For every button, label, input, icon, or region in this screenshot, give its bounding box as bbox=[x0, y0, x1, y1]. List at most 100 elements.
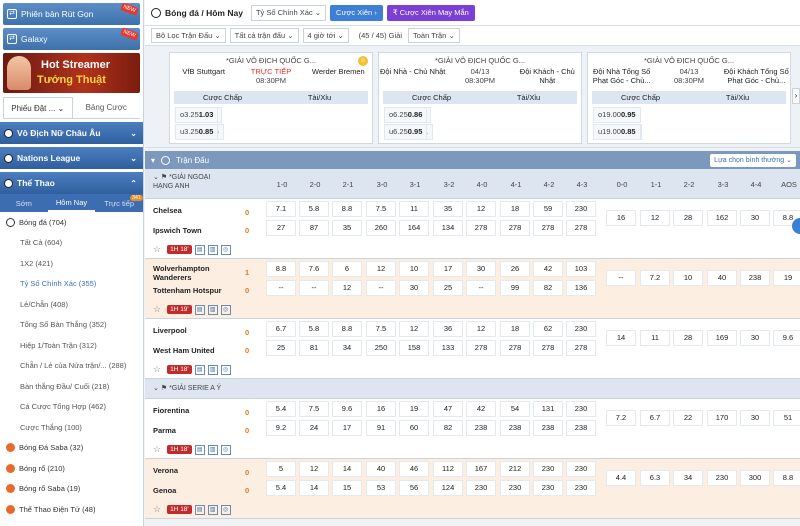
score-odds-cell[interactable]: 87 bbox=[299, 220, 329, 236]
score-odds-cell[interactable]: 25 bbox=[433, 280, 463, 296]
score-odds-cell[interactable]: 5.4 bbox=[266, 401, 296, 417]
score-odds-cell[interactable]: 9.6 bbox=[332, 401, 362, 417]
draw-odds-cell[interactable]: -- bbox=[606, 270, 636, 286]
score-odds-cell[interactable]: 7.5 bbox=[366, 321, 396, 337]
draw-odds-cell[interactable]: 34 bbox=[673, 470, 703, 486]
score-odds-cell[interactable]: 136 bbox=[566, 280, 596, 296]
score-odds-cell[interactable]: 278 bbox=[566, 340, 596, 356]
score-odds-cell[interactable]: 8.8 bbox=[266, 261, 296, 277]
score-odds-cell[interactable]: 19 bbox=[399, 401, 429, 417]
score-odds-cell[interactable]: 26 bbox=[500, 261, 530, 277]
draw-odds-cell[interactable]: 28 bbox=[673, 210, 703, 226]
score-odds-cell[interactable]: 112 bbox=[433, 461, 463, 477]
chart-icon[interactable]: ▥ bbox=[207, 304, 218, 315]
score-odds-cell[interactable]: 81 bbox=[299, 340, 329, 356]
score-odds-cell[interactable]: 46 bbox=[399, 461, 429, 477]
score-odds-cell[interactable]: 14 bbox=[299, 480, 329, 496]
score-odds-cell[interactable]: -- bbox=[466, 280, 496, 296]
draw-odds-cell[interactable]: 170 bbox=[707, 410, 737, 426]
quick-version-button[interactable]: ⇄ Phiên bản Rút Gọn NEW bbox=[3, 2, 140, 25]
draw-odds-cell[interactable]: 8.8 bbox=[773, 470, 800, 486]
score-odds-cell[interactable]: 8.8 bbox=[332, 321, 362, 337]
score-odds-cell[interactable]: 5.4 bbox=[266, 480, 296, 496]
lucky-parlay-button[interactable]: ₹ Cược Xiên May Mắn bbox=[386, 4, 475, 21]
draw-odds-cell[interactable]: 169 bbox=[707, 330, 737, 346]
draw-odds-cell[interactable]: 238 bbox=[740, 270, 770, 286]
sidebar-item-first-last-goal[interactable]: Bàn thắng Đầu/ Cuối (218) bbox=[0, 376, 143, 397]
score-odds-cell[interactable]: 230 bbox=[533, 461, 563, 477]
chart-icon[interactable]: ▥ bbox=[207, 364, 218, 375]
tab-odds-table[interactable]: Bảng Cược bbox=[73, 97, 141, 118]
period-select[interactable]: Toàn Trận ⌄ bbox=[408, 28, 460, 43]
score-odds-cell[interactable]: 278 bbox=[533, 220, 563, 236]
all-matches-select[interactable]: Tất cả trận đấu ⌄ bbox=[229, 28, 299, 43]
score-odds-cell[interactable]: 42 bbox=[533, 261, 563, 277]
sidebar-item-all[interactable]: Tất Cả (604) bbox=[0, 233, 143, 254]
score-odds-cell[interactable]: 62 bbox=[533, 321, 563, 337]
category-women-euro[interactable]: Vô Địch Nữ Châu Âu ⌄ bbox=[0, 122, 143, 144]
draw-odds-cell[interactable]: 40 bbox=[707, 270, 737, 286]
score-odds-cell[interactable]: 11 bbox=[399, 201, 429, 217]
score-odds-cell[interactable]: 91 bbox=[366, 420, 396, 436]
featured-match-card[interactable]: *GIẢI VÔ ĐỊCH QUỐC G... Đội Nhà Tổng Số P… bbox=[587, 52, 791, 144]
live-icon[interactable]: ◎ bbox=[220, 504, 231, 515]
draw-odds-cell[interactable]: 51 bbox=[773, 410, 800, 426]
draw-odds-cell[interactable]: 11 bbox=[640, 330, 670, 346]
score-odds-cell[interactable]: 278 bbox=[533, 340, 563, 356]
score-odds-cell[interactable]: 230 bbox=[466, 480, 496, 496]
stats-icon[interactable]: ▤ bbox=[194, 304, 205, 315]
score-odds-cell[interactable]: 278 bbox=[500, 340, 530, 356]
score-odds-cell[interactable]: 278 bbox=[466, 220, 496, 236]
league-header[interactable]: ⌄ ⚑ *GIẢI NGOẠI HẠNG ANH 1-0 2-0 2-1 3-0 3-1 3… bbox=[145, 169, 800, 199]
score-odds-cell[interactable]: 30 bbox=[466, 261, 496, 277]
match-filter-select[interactable]: Bộ Lọc Trận Đấu ⌄ bbox=[151, 28, 226, 43]
score-odds-cell[interactable]: 27 bbox=[266, 220, 296, 236]
score-odds-cell[interactable]: 59 bbox=[533, 201, 563, 217]
score-odds-cell[interactable]: 82 bbox=[433, 420, 463, 436]
score-odds-cell[interactable]: 230 bbox=[566, 201, 596, 217]
score-odds-cell[interactable]: 5.8 bbox=[299, 321, 329, 337]
draw-odds-cell[interactable]: 19 bbox=[773, 270, 800, 286]
score-odds-cell[interactable]: 34 bbox=[332, 340, 362, 356]
sidebar-item-saba-football[interactable]: Bóng Đá Saba (32) bbox=[0, 438, 143, 459]
score-odds-cell[interactable]: 53 bbox=[366, 480, 396, 496]
score-odds-cell[interactable]: -- bbox=[266, 280, 296, 296]
score-odds-cell[interactable]: 238 bbox=[466, 420, 496, 436]
stats-icon[interactable]: ▤ bbox=[194, 504, 205, 515]
hot-streamer-banner[interactable]: Hot Streamer Tướng Thuật bbox=[3, 53, 140, 93]
stats-icon[interactable]: ▤ bbox=[194, 244, 205, 255]
chevron-down-icon[interactable]: ⌄ bbox=[153, 174, 159, 181]
score-odds-cell[interactable]: 8.8 bbox=[332, 201, 362, 217]
score-odds-cell[interactable]: 12 bbox=[366, 261, 396, 277]
score-odds-cell[interactable]: 56 bbox=[399, 480, 429, 496]
score-odds-cell[interactable]: 25 bbox=[266, 340, 296, 356]
time-range-select[interactable]: 4 giờ tới ⌄ bbox=[302, 28, 349, 43]
sidebar-item-1x2[interactable]: 1X2 (421) bbox=[0, 253, 143, 274]
draw-odds-cell[interactable]: 7.2 bbox=[640, 270, 670, 286]
sidebar-item-odd-even[interactable]: Lẻ/Chẵn (408) bbox=[0, 294, 143, 315]
score-odds-cell[interactable]: 17 bbox=[332, 420, 362, 436]
score-odds-cell[interactable]: 5.8 bbox=[299, 201, 329, 217]
sidebar-item-basketball[interactable]: Bóng rổ (210) bbox=[0, 458, 143, 479]
sort-select[interactable]: Lựa chọn bình thường ⌄ bbox=[710, 153, 796, 167]
over-under-odds[interactable]: o 3.25 1.03 bbox=[175, 107, 219, 123]
sidebar-item-total-goals[interactable]: Tổng Số Bàn Thắng (352) bbox=[0, 315, 143, 336]
score-odds-cell[interactable]: 54 bbox=[500, 401, 530, 417]
score-odds-cell[interactable]: 134 bbox=[433, 220, 463, 236]
chevron-down-icon[interactable]: ⌄ bbox=[153, 385, 159, 392]
score-odds-cell[interactable]: 260 bbox=[366, 220, 396, 236]
score-odds-cell[interactable]: 230 bbox=[566, 321, 596, 337]
sidebar-item-correct-score[interactable]: Tỷ Số Chính Xác (355) bbox=[0, 274, 143, 295]
favorite-star-icon[interactable]: ☆ bbox=[153, 364, 161, 375]
score-odds-cell[interactable]: 10 bbox=[399, 261, 429, 277]
chart-icon[interactable]: ▥ bbox=[207, 444, 218, 455]
tab-live[interactable]: Trực tiếp 341 bbox=[95, 194, 143, 212]
score-odds-cell[interactable]: 9.2 bbox=[266, 420, 296, 436]
live-icon[interactable]: ◎ bbox=[220, 244, 231, 255]
score-odds-cell[interactable]: 42 bbox=[466, 401, 496, 417]
score-odds-cell[interactable]: 17 bbox=[433, 261, 463, 277]
score-odds-cell[interactable]: 7.6 bbox=[299, 261, 329, 277]
favorite-star-icon[interactable]: ☆ bbox=[153, 504, 161, 515]
draw-odds-cell[interactable]: 12 bbox=[640, 210, 670, 226]
score-odds-cell[interactable]: 230 bbox=[500, 480, 530, 496]
